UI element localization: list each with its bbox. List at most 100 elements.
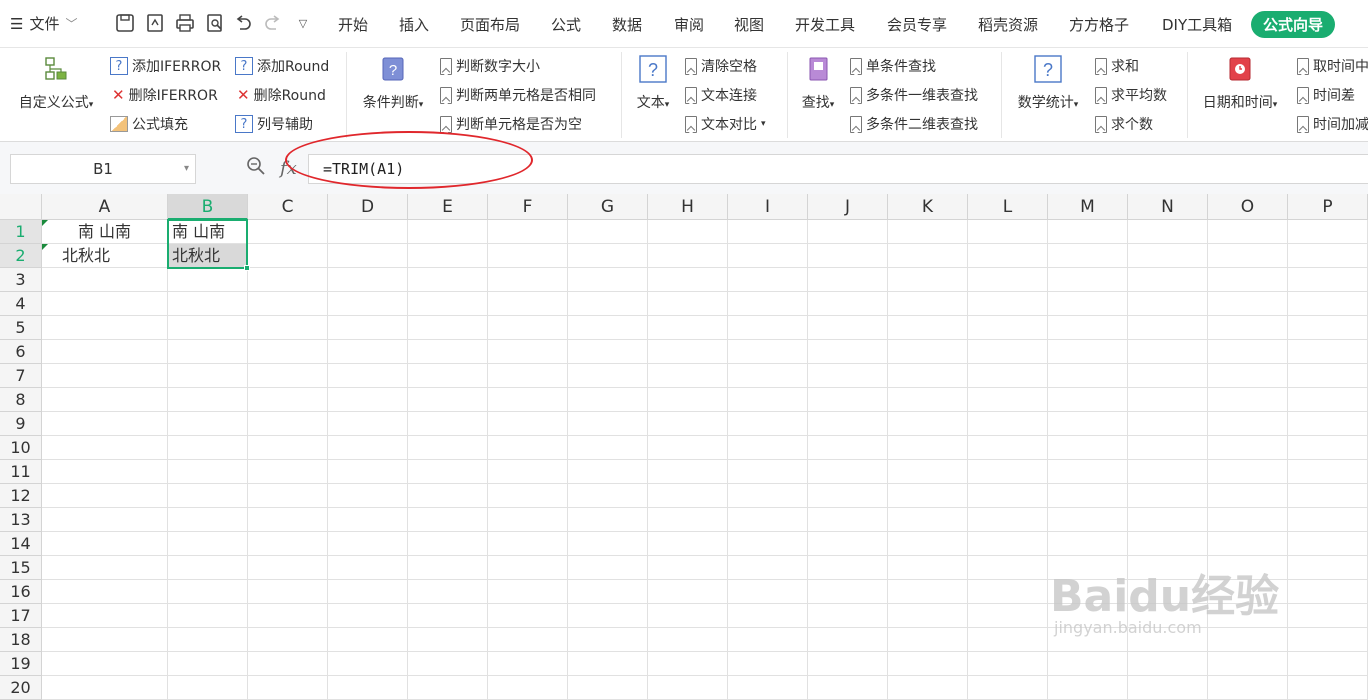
cell-b5[interactable] (168, 316, 248, 340)
cell-p16[interactable] (1288, 580, 1368, 604)
cell-b12[interactable] (168, 484, 248, 508)
column-header-o[interactable]: O (1208, 194, 1288, 220)
cell-g19[interactable] (568, 652, 648, 676)
cell-i2[interactable] (728, 244, 808, 268)
cell-b8[interactable] (168, 388, 248, 412)
cell-o20[interactable] (1208, 676, 1288, 700)
cell-m1[interactable] (1048, 220, 1128, 244)
cell-j8[interactable] (808, 388, 888, 412)
text-compare-button[interactable]: 文本对比 ▾ (685, 114, 766, 134)
cell-f5[interactable] (488, 316, 568, 340)
cell-g10[interactable] (568, 436, 648, 460)
cell-d10[interactable] (328, 436, 408, 460)
cell-p10[interactable] (1288, 436, 1368, 460)
cell-j17[interactable] (808, 604, 888, 628)
cell-k16[interactable] (888, 580, 968, 604)
cell-p7[interactable] (1288, 364, 1368, 388)
cell-i8[interactable] (728, 388, 808, 412)
cell-g17[interactable] (568, 604, 648, 628)
text-button[interactable]: ? 文本▾ (630, 54, 676, 112)
cell-f3[interactable] (488, 268, 568, 292)
cell-j12[interactable] (808, 484, 888, 508)
cell-o4[interactable] (1208, 292, 1288, 316)
cell-d2[interactable] (328, 244, 408, 268)
cell-c13[interactable] (248, 508, 328, 532)
menu-docer[interactable]: 稻壳资源 (978, 14, 1038, 35)
column-header-m[interactable]: M (1048, 194, 1128, 220)
cell-j5[interactable] (808, 316, 888, 340)
cell-k12[interactable] (888, 484, 968, 508)
row-header-4[interactable]: 4 (0, 292, 42, 316)
cell-l2[interactable] (968, 244, 1048, 268)
cell-a13[interactable] (42, 508, 168, 532)
cell-g9[interactable] (568, 412, 648, 436)
cell-i11[interactable] (728, 460, 808, 484)
cell-a5[interactable] (42, 316, 168, 340)
cell-j20[interactable] (808, 676, 888, 700)
cell-m6[interactable] (1048, 340, 1128, 364)
cell-l9[interactable] (968, 412, 1048, 436)
cell-b14[interactable] (168, 532, 248, 556)
column-header-l[interactable]: L (968, 194, 1048, 220)
cell-d13[interactable] (328, 508, 408, 532)
cell-c10[interactable] (248, 436, 328, 460)
cell-e7[interactable] (408, 364, 488, 388)
cell-i10[interactable] (728, 436, 808, 460)
cell-h10[interactable] (648, 436, 728, 460)
cell-c17[interactable] (248, 604, 328, 628)
cell-h17[interactable] (648, 604, 728, 628)
cell-d11[interactable] (328, 460, 408, 484)
cell-k11[interactable] (888, 460, 968, 484)
cell-n12[interactable] (1128, 484, 1208, 508)
cell-o14[interactable] (1208, 532, 1288, 556)
menu-formulas[interactable]: 公式 (551, 14, 581, 35)
column-header-i[interactable]: I (728, 194, 808, 220)
cell-h16[interactable] (648, 580, 728, 604)
cell-p9[interactable] (1288, 412, 1368, 436)
cell-a20[interactable] (42, 676, 168, 700)
cell-h18[interactable] (648, 628, 728, 652)
cell-e18[interactable] (408, 628, 488, 652)
cell-l15[interactable] (968, 556, 1048, 580)
cell-a2[interactable]: 北秋北 (42, 244, 168, 268)
cell-i15[interactable] (728, 556, 808, 580)
cell-j15[interactable] (808, 556, 888, 580)
cell-d16[interactable] (328, 580, 408, 604)
cell-e8[interactable] (408, 388, 488, 412)
cell-n19[interactable] (1128, 652, 1208, 676)
cell-f11[interactable] (488, 460, 568, 484)
menu-page-layout[interactable]: 页面布局 (460, 14, 520, 35)
cell-m20[interactable] (1048, 676, 1128, 700)
cell-e10[interactable] (408, 436, 488, 460)
cell-i18[interactable] (728, 628, 808, 652)
cell-a9[interactable] (42, 412, 168, 436)
cell-e3[interactable] (408, 268, 488, 292)
cell-a17[interactable] (42, 604, 168, 628)
cell-c5[interactable] (248, 316, 328, 340)
cell-n13[interactable] (1128, 508, 1208, 532)
cell-d14[interactable] (328, 532, 408, 556)
cell-f18[interactable] (488, 628, 568, 652)
row-header-13[interactable]: 13 (0, 508, 42, 532)
cell-i16[interactable] (728, 580, 808, 604)
cell-l3[interactable] (968, 268, 1048, 292)
cell-f13[interactable] (488, 508, 568, 532)
cell-n10[interactable] (1128, 436, 1208, 460)
row-header-6[interactable]: 6 (0, 340, 42, 364)
cell-h6[interactable] (648, 340, 728, 364)
cell-e4[interactable] (408, 292, 488, 316)
column-header-g[interactable]: G (568, 194, 648, 220)
cell-f9[interactable] (488, 412, 568, 436)
cell-a12[interactable] (42, 484, 168, 508)
cell-k8[interactable] (888, 388, 968, 412)
cell-h8[interactable] (648, 388, 728, 412)
fx-icon[interactable]: fx (280, 158, 297, 179)
cell-n3[interactable] (1128, 268, 1208, 292)
row-header-2[interactable]: 2 (0, 244, 42, 268)
cell-p19[interactable] (1288, 652, 1368, 676)
cell-l11[interactable] (968, 460, 1048, 484)
cell-d8[interactable] (328, 388, 408, 412)
cell-e19[interactable] (408, 652, 488, 676)
cell-n8[interactable] (1128, 388, 1208, 412)
cell-b4[interactable] (168, 292, 248, 316)
